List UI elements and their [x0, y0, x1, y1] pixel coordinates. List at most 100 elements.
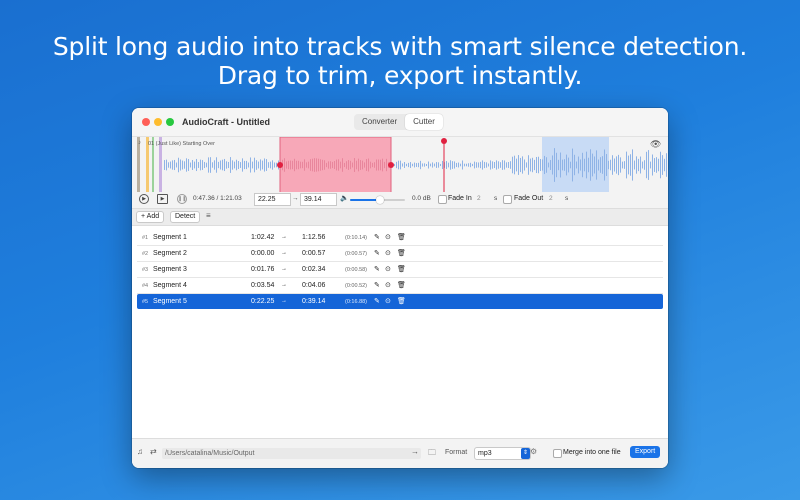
play-segment-icon[interactable]: ⊙: [385, 249, 391, 257]
format-select[interactable]: mp3 ⇕: [474, 447, 531, 460]
play-icon[interactable]: ▶: [139, 194, 149, 204]
range-start-handle[interactable]: [277, 162, 283, 168]
waveform-bar: [572, 148, 573, 182]
edit-icon[interactable]: ✎: [374, 249, 380, 257]
table-row[interactable]: #1 Segment 1 1:02.42 → 1:12.56 (0:10.14)…: [137, 230, 663, 246]
export-button[interactable]: Export: [630, 446, 661, 458]
waveform-bar: [304, 159, 305, 171]
waveform-bar: [498, 161, 499, 169]
music-file-icon[interactable]: ♫: [137, 447, 143, 456]
range-end-field[interactable]: 39.14: [300, 193, 337, 206]
play-selection-icon[interactable]: ▶: [157, 194, 168, 204]
tab-cutter[interactable]: Cutter: [405, 114, 443, 130]
segment-start[interactable]: 1:02.42: [251, 234, 274, 241]
waveform-bar: [514, 155, 515, 175]
fade-in-value[interactable]: 2: [477, 195, 481, 202]
segment-name[interactable]: Segment 5: [153, 298, 187, 305]
pause-icon[interactable]: ❚❚: [177, 194, 187, 204]
waveform-bar: [606, 154, 607, 176]
waveform-bar: [298, 160, 299, 170]
zoom-window-button[interactable]: [166, 118, 174, 126]
waveform-bar: [610, 159, 611, 171]
waveform-bar: [178, 157, 179, 173]
waveform-bar: [268, 162, 269, 168]
table-row-selected[interactable]: #5 Segment 5 0:22.25 → 0:39.14 (0:16.88)…: [137, 294, 663, 309]
output-path-field[interactable]: /Users/catalina/Music/Output: [162, 448, 421, 459]
folder-icon[interactable]: 🗀: [428, 447, 436, 461]
waveform-bar: [380, 159, 381, 171]
segment-end[interactable]: 1:12.56: [302, 234, 325, 241]
waveform-bar: [240, 162, 241, 168]
waveform-bar: [194, 161, 195, 169]
waveform-bar: [410, 162, 411, 168]
segment-end[interactable]: 0:02.34: [302, 266, 325, 273]
detect-button[interactable]: Detect: [170, 211, 201, 223]
edit-icon[interactable]: ✎: [374, 297, 380, 305]
format-value: mp3: [478, 450, 492, 457]
trash-icon[interactable]: 🗑: [397, 249, 406, 257]
waveform-bar: [412, 163, 413, 167]
trash-icon[interactable]: 🗑: [397, 297, 406, 305]
segment-name[interactable]: Segment 3: [153, 266, 187, 273]
segment-start[interactable]: 0:00.00: [251, 250, 274, 257]
range-start-field[interactable]: 22.25: [254, 193, 291, 206]
tab-converter[interactable]: Converter: [354, 114, 405, 130]
table-row[interactable]: #2 Segment 2 0:00.00 → 0:00.57 (0:00.57)…: [137, 246, 663, 262]
waveform-bar: [484, 161, 485, 169]
shuffle-icon[interactable]: ⇄: [150, 447, 157, 456]
waveform-view[interactable]: ♪ 01 (Just Like) Starting Over 👁: [132, 136, 668, 194]
waveform-bar: [212, 162, 213, 168]
playhead-knob[interactable]: [441, 138, 447, 144]
segment-end[interactable]: 0:39.14: [302, 298, 325, 305]
waveform-bar: [520, 157, 521, 173]
waveform-bar: [338, 159, 339, 171]
waveform-bar: [556, 152, 557, 178]
segment-name[interactable]: Segment 2: [153, 250, 187, 257]
edit-icon[interactable]: ✎: [374, 265, 380, 273]
close-window-button[interactable]: [142, 118, 150, 126]
menu-icon[interactable]: ≡: [206, 211, 211, 220]
add-segment-button[interactable]: + Add: [136, 211, 165, 223]
waveform-bar: [624, 161, 625, 169]
edit-icon[interactable]: ✎: [374, 281, 380, 289]
segment-name[interactable]: Segment 1: [153, 234, 187, 241]
segment-end[interactable]: 0:00.57: [302, 250, 325, 257]
play-segment-icon[interactable]: ⊙: [385, 297, 391, 305]
waveform-bar: [426, 163, 427, 167]
play-segment-icon[interactable]: ⊙: [385, 233, 391, 241]
waveform-bar: [406, 163, 407, 167]
edit-icon[interactable]: ✎: [374, 233, 380, 241]
gear-icon[interactable]: ⚙: [530, 447, 537, 456]
trash-icon[interactable]: 🗑: [397, 233, 406, 241]
waveform-bar: [288, 160, 289, 170]
segment-start[interactable]: 0:22.25: [251, 298, 274, 305]
minimize-window-button[interactable]: [154, 118, 162, 126]
waveform-bar: [454, 161, 455, 169]
merge-checkbox[interactable]: [553, 449, 562, 458]
waveform-bar: [360, 160, 361, 170]
fade-out-value[interactable]: 2: [549, 195, 553, 202]
trash-icon[interactable]: 🗑: [397, 281, 406, 289]
waveform-bar: [548, 162, 549, 168]
fade-out-checkbox[interactable]: [503, 195, 512, 204]
waveform-bar: [408, 162, 409, 168]
waveform-bar: [336, 159, 337, 171]
fade-in-checkbox[interactable]: [438, 195, 447, 204]
trash-icon[interactable]: 🗑: [397, 265, 406, 273]
chevron-updown-icon[interactable]: ⇕: [521, 448, 530, 459]
segment-start[interactable]: 0:01.76: [251, 266, 274, 273]
volume-slider[interactable]: [350, 196, 405, 204]
play-segment-icon[interactable]: ⊙: [385, 265, 391, 273]
segment-end[interactable]: 0:04.06: [302, 282, 325, 289]
arrow-right-icon[interactable]: →: [411, 447, 419, 456]
eye-icon[interactable]: 👁: [650, 139, 661, 150]
table-row[interactable]: #4 Segment 4 0:03.54 → 0:04.06 (0:00.52)…: [137, 278, 663, 294]
volume-knob[interactable]: [376, 196, 385, 204]
segment-start[interactable]: 0:03.54: [251, 282, 274, 289]
table-row[interactable]: #3 Segment 3 0:01.76 → 0:02.34 (0:00.58)…: [137, 262, 663, 278]
waveform-bar: [182, 160, 183, 170]
range-end-handle[interactable]: [388, 162, 394, 168]
waveform-bar: [366, 159, 367, 171]
segment-name[interactable]: Segment 4: [153, 282, 187, 289]
play-segment-icon[interactable]: ⊙: [385, 281, 391, 289]
